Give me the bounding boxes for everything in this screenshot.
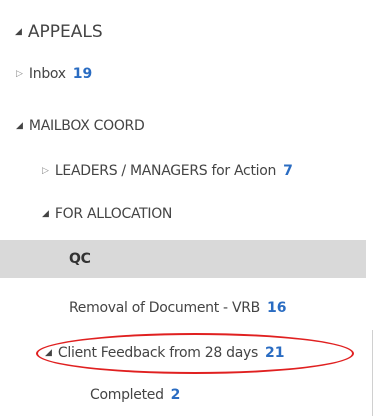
folder-label: LEADERS / MANAGERS for Action — [54, 163, 277, 179]
folder-inbox[interactable]: ▷ Inbox 19 — [0, 58, 366, 90]
folder-mailbox-coord[interactable]: ◢ MAILBOX COORD — [0, 110, 366, 142]
unread-count: 7 — [283, 163, 293, 179]
unread-count: 16 — [266, 300, 287, 316]
expand-arrow-icon[interactable]: ◢ — [42, 209, 49, 219]
expand-arrow-icon[interactable]: ◢ — [15, 27, 22, 37]
folder-label: QC — [69, 251, 91, 267]
folder-label: FOR ALLOCATION — [54, 206, 173, 222]
folder-label: Completed — [90, 387, 164, 403]
folder-for-allocation[interactable]: ◢ FOR ALLOCATION — [0, 198, 366, 230]
collapse-arrow-icon[interactable]: ▷ — [16, 69, 23, 79]
folder-appeals[interactable]: ◢ APPEALS — [0, 14, 366, 50]
folder-label: Client Feedback from 28 days — [57, 345, 258, 361]
folder-completed[interactable]: Completed 2 — [0, 379, 366, 411]
expand-arrow-icon[interactable]: ◢ — [45, 348, 52, 358]
folder-pane: ◢ APPEALS ▷ Inbox 19 ◢ MAILBOX COORD ▷ L… — [0, 0, 366, 416]
folder-label: Inbox — [28, 66, 66, 82]
unread-count: 19 — [72, 66, 93, 82]
divider — [372, 330, 373, 416]
unread-count: 21 — [264, 345, 285, 361]
folder-removal-of-document[interactable]: Removal of Document - VRB 16 — [0, 292, 366, 324]
folder-label: APPEALS — [27, 22, 103, 42]
folder-label: Removal of Document - VRB — [69, 300, 260, 316]
folder-label: MAILBOX COORD — [28, 118, 145, 134]
folder-qc[interactable]: QC — [0, 240, 366, 278]
unread-count: 2 — [170, 387, 181, 403]
folder-leaders-managers[interactable]: ▷ LEADERS / MANAGERS for Action 7 — [0, 155, 366, 187]
collapse-arrow-icon[interactable]: ▷ — [42, 166, 49, 176]
expand-arrow-icon[interactable]: ◢ — [16, 121, 23, 131]
folder-client-feedback[interactable]: ◢ Client Feedback from 28 days 21 — [0, 337, 366, 369]
